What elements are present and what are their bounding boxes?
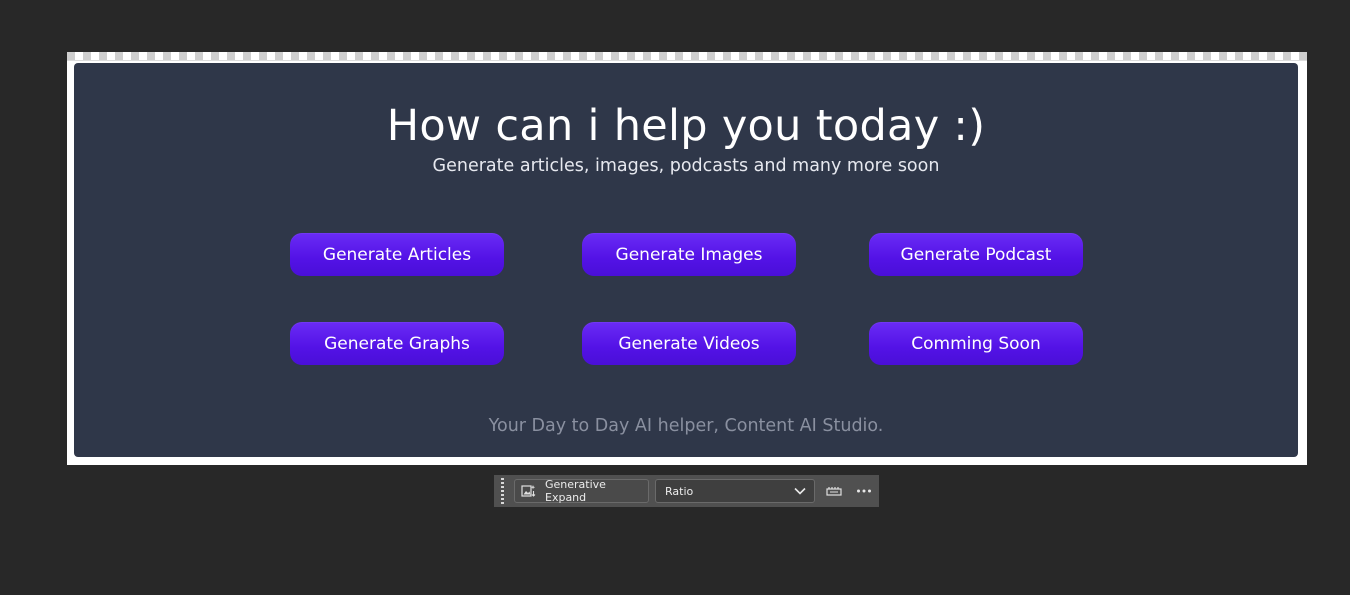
selection-marquee: [67, 52, 1307, 61]
document-canvas[interactable]: How can i help you today :) Generate art…: [67, 52, 1307, 465]
coming-soon-button[interactable]: Comming Soon: [869, 322, 1083, 365]
workspace: How can i help you today :) Generate art…: [0, 0, 1350, 595]
drag-handle-icon[interactable]: [496, 477, 508, 505]
ratio-select[interactable]: Ratio: [655, 479, 815, 503]
more-options-icon[interactable]: [855, 482, 873, 500]
generate-images-button[interactable]: Generate Images: [582, 233, 796, 276]
contextual-task-bar: Generative Expand Ratio: [494, 475, 879, 507]
generative-expand-icon: [521, 484, 537, 498]
content-panel: How can i help you today :) Generate art…: [74, 63, 1298, 457]
page-subtitle: Generate articles, images, podcasts and …: [432, 156, 940, 176]
tool-icon[interactable]: [825, 482, 843, 500]
generate-videos-button[interactable]: Generate Videos: [582, 322, 796, 365]
ratio-select-value: Ratio: [665, 484, 694, 498]
generative-expand-label: Generative Expand: [545, 478, 606, 504]
generate-articles-button[interactable]: Generate Articles: [290, 233, 504, 276]
footer-tagline: Your Day to Day AI helper, Content AI St…: [488, 416, 884, 436]
chevron-down-icon: [794, 485, 806, 498]
generate-graphs-button[interactable]: Generate Graphs: [290, 322, 504, 365]
generate-podcast-button[interactable]: Generate Podcast: [869, 233, 1083, 276]
generative-expand-button[interactable]: Generative Expand: [514, 478, 649, 504]
page-title: How can i help you today :): [386, 101, 986, 151]
